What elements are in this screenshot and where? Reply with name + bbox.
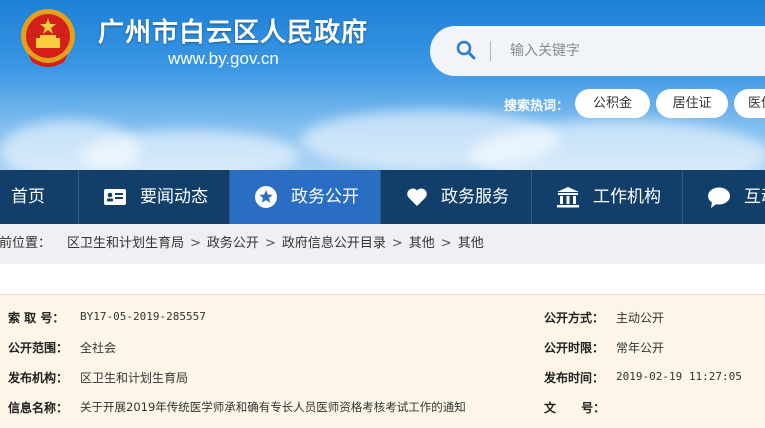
info-label: 公开方式：	[544, 311, 605, 325]
open-mode-value: 主动公开	[616, 311, 665, 325]
info-label: 公开时限：	[544, 341, 605, 355]
nav-item-agencies[interactable]: 工作机构	[532, 170, 682, 224]
info-row: 信息名称： 关于开展2019年传统医学师承和确有专长人员医师资格考核考试工作的通…	[0, 399, 765, 428]
breadcrumb-link[interactable]: 政务公开	[207, 236, 259, 251]
national-emblem-logo[interactable]	[18, 6, 78, 72]
search-icon[interactable]	[456, 40, 476, 60]
nav-label: 互动交流	[744, 187, 765, 207]
info-row: 索 取 号： BY17-05-2019-285557 公开方式： 主动公开	[0, 309, 765, 338]
index-number-value: BY17-05-2019-285557	[80, 310, 206, 323]
site-title[interactable]: 广州市白云区人民政府	[98, 12, 368, 49]
breadcrumb-link[interactable]: 政府信息公开目录	[282, 236, 386, 251]
nav-item-news[interactable]: 要闻动态	[79, 170, 229, 224]
nav-label: 政务公开	[291, 187, 359, 207]
nav-item-home[interactable]: 首页	[0, 170, 78, 224]
main-nav: 首页 要闻动态 政务公开 政务服务 工作机构 互	[0, 170, 765, 224]
info-row: 发布机构： 区卫生和计划生育局 发布时间： 2019-02-19 11:27:0…	[0, 369, 765, 398]
breadcrumb-prefix: 当前位置：	[0, 236, 52, 251]
document-info-panel: 索 取 号： BY17-05-2019-285557 公开方式： 主动公开 公开…	[0, 294, 765, 428]
info-label: 信息名称：	[8, 401, 69, 415]
open-time-value: 常年公开	[616, 341, 665, 355]
news-card-icon	[104, 189, 126, 205]
site-header: 广州市白云区人民政府 www.by.gov.cn 搜索热词： 公积金 居住证 医…	[0, 0, 765, 170]
site-url[interactable]: www.by.gov.cn	[168, 49, 279, 69]
search-box	[430, 26, 765, 76]
chat-bubble-icon	[708, 187, 730, 208]
building-icon	[557, 187, 579, 208]
publisher-value: 区卫生和计划生育局	[80, 371, 189, 385]
info-label: 发布机构：	[8, 371, 69, 385]
nav-label: 工作机构	[593, 187, 661, 207]
heart-icon	[407, 188, 427, 206]
hot-tag-medical-insurance[interactable]: 医保	[734, 89, 765, 118]
nav-item-government-affairs[interactable]: 政务公开	[230, 170, 380, 224]
star-badge-icon	[255, 186, 277, 208]
nav-label: 要闻动态	[140, 187, 208, 207]
breadcrumb-link[interactable]: 其他	[409, 236, 435, 251]
search-input[interactable]	[510, 40, 760, 62]
info-label: 发布时间：	[544, 371, 605, 385]
document-name-value: 关于开展2019年传统医学师承和确有专长人员医师资格考核考试工作的通知	[80, 400, 466, 414]
breadcrumb: 当前位置： 区卫生和计划生育局>政务公开>政府信息公开目录>其他>其他	[0, 224, 765, 264]
publish-time-value: 2019-02-19 11:27:05	[616, 370, 742, 383]
breadcrumb-current: 其他	[457, 236, 484, 251]
info-label: 公开范围：	[8, 341, 69, 355]
cloud-decoration	[0, 120, 140, 170]
nav-item-interaction[interactable]: 互动交流	[683, 170, 765, 224]
nav-label: 政务服务	[441, 187, 509, 207]
hot-tag-housing-fund[interactable]: 公积金	[575, 89, 650, 118]
hot-tag-residence-permit[interactable]: 居住证	[656, 89, 728, 118]
nav-label: 首页	[11, 187, 45, 207]
breadcrumb-link[interactable]: 区卫生和计划生育局	[67, 236, 184, 251]
hot-search-label: 搜索热词：	[504, 99, 570, 114]
info-label: 索 取 号：	[8, 311, 65, 325]
search-divider	[490, 41, 491, 61]
info-row: 公开范围： 全社会 公开时限： 常年公开	[0, 339, 765, 368]
nav-item-services[interactable]: 政务服务	[381, 170, 531, 224]
open-scope-value: 全社会	[80, 341, 117, 355]
info-label: 文 号：	[544, 401, 606, 415]
